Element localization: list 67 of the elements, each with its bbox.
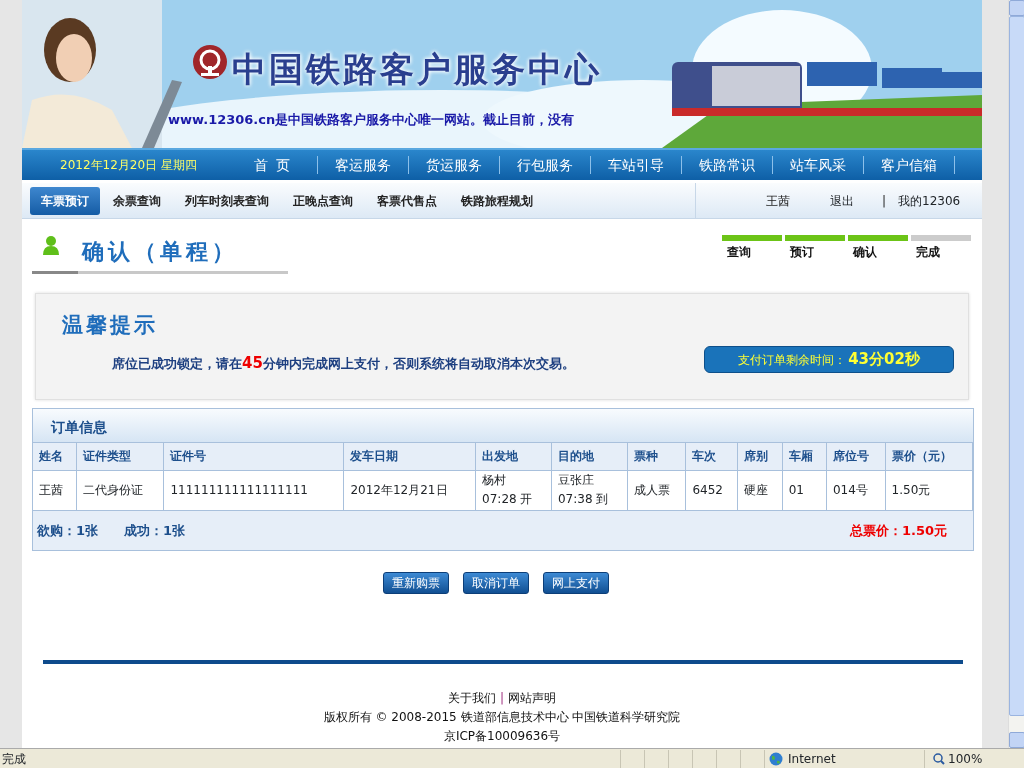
nav-link[interactable]: 客户信箱 <box>864 156 955 174</box>
zone-text: Internet <box>788 750 836 768</box>
status-text: 完成 <box>2 750 26 768</box>
nav-link[interactable]: 首 页 <box>227 156 318 174</box>
logo-icon <box>192 44 228 80</box>
column-header: 发车日期 <box>343 443 476 470</box>
user-icon <box>42 235 60 255</box>
action-button[interactable]: 取消订单 <box>463 572 529 594</box>
column-header: 出发地 <box>475 443 552 470</box>
date-text: 2012年12月20日 星期四 <box>59 157 198 174</box>
tab[interactable]: 正晚点查询 <box>282 186 364 215</box>
total-price: 总票价：1.50元 <box>849 521 947 540</box>
tab[interactable]: 客票代售点 <box>366 186 448 215</box>
copyright-text: 版权所有 © 2008-2015 铁道部信息技术中心 中国铁道科学研究院 <box>323 710 681 724</box>
action-button[interactable]: 网上支付 <box>543 572 609 594</box>
countdown-label: 支付订单剩余时间： <box>738 351 847 369</box>
page-title: 确认（单程） <box>82 238 238 266</box>
user-name: 王茜 <box>766 192 790 210</box>
logout-link[interactable]: 退出 <box>830 191 854 210</box>
footer-link[interactable]: 关于我们 <box>447 691 496 705</box>
progress-step: 查询 <box>722 235 782 261</box>
cell-text: 杨村 <box>482 472 508 490</box>
zoom-level[interactable]: 100% <box>948 749 983 768</box>
cell-text: 07:38 到 <box>557 491 610 509</box>
notice-title: 温馨提示 <box>62 312 158 339</box>
success-count: 成功：1张 <box>124 521 186 540</box>
column-header: 席别 <box>737 443 783 470</box>
countdown-value: 43分02秒 <box>848 349 920 371</box>
column-header: 证件类型 <box>76 443 164 470</box>
icp-text: 京ICP备10009636号 <box>443 729 561 743</box>
cell-text: 07:28 开 <box>482 491 534 509</box>
column-header: 姓名 <box>33 443 77 470</box>
nav-link[interactable]: 货运服务 <box>409 156 500 174</box>
separator-text: | <box>499 691 504 705</box>
column-header: 票价（元） <box>885 443 973 470</box>
separator-text: | <box>882 192 887 210</box>
globe-icon <box>769 751 783 766</box>
column-header: 票种 <box>627 443 686 470</box>
site-title: 中国铁路客户服务中心 <box>232 48 602 91</box>
wanted-count: 欲购：1张 <box>37 521 99 540</box>
nav-link[interactable]: 客运服务 <box>318 156 409 174</box>
account-link[interactable]: 我的12306 <box>898 191 961 210</box>
nav-link[interactable]: 站车风采 <box>773 156 864 174</box>
column-header: 席位号 <box>826 443 886 470</box>
cell-text: 豆张庄 <box>557 472 595 490</box>
scroll-down-button[interactable] <box>1009 732 1024 748</box>
column-header: 目的地 <box>551 443 628 470</box>
action-button[interactable]: 重新购票 <box>383 572 449 594</box>
order-title: 订单信息 <box>33 409 973 443</box>
scroll-up-button[interactable] <box>1009 0 1024 16</box>
marquee-text: www.12306.cn是中国铁路客户服务中心唯一网站。截止目前，没有 <box>168 111 575 129</box>
nav-link[interactable]: 行包服务 <box>500 156 591 174</box>
tab[interactable]: 车票预订 <box>30 186 100 215</box>
column-header: 证件号 <box>163 443 344 470</box>
progress-step: 确认 <box>848 235 908 261</box>
notice-text: 席位已成功锁定，请在45分钟内完成网上支付，否则系统将自动取消本次交易。 <box>112 353 575 374</box>
nav-link[interactable]: 铁路常识 <box>682 156 773 174</box>
footer-link[interactable]: 网站声明 <box>508 691 556 705</box>
zoom-icon[interactable] <box>933 752 945 765</box>
progress-step: 预订 <box>785 235 845 261</box>
nav-link[interactable]: 车站引导 <box>591 156 682 174</box>
tab[interactable]: 余票查询 <box>102 186 172 215</box>
column-header: 车次 <box>685 443 738 470</box>
tab[interactable]: 列车时刻表查询 <box>174 186 280 215</box>
tab[interactable]: 铁路旅程规划 <box>450 186 544 215</box>
progress-step: 完成 <box>911 235 971 261</box>
column-header: 车厢 <box>782 443 827 470</box>
